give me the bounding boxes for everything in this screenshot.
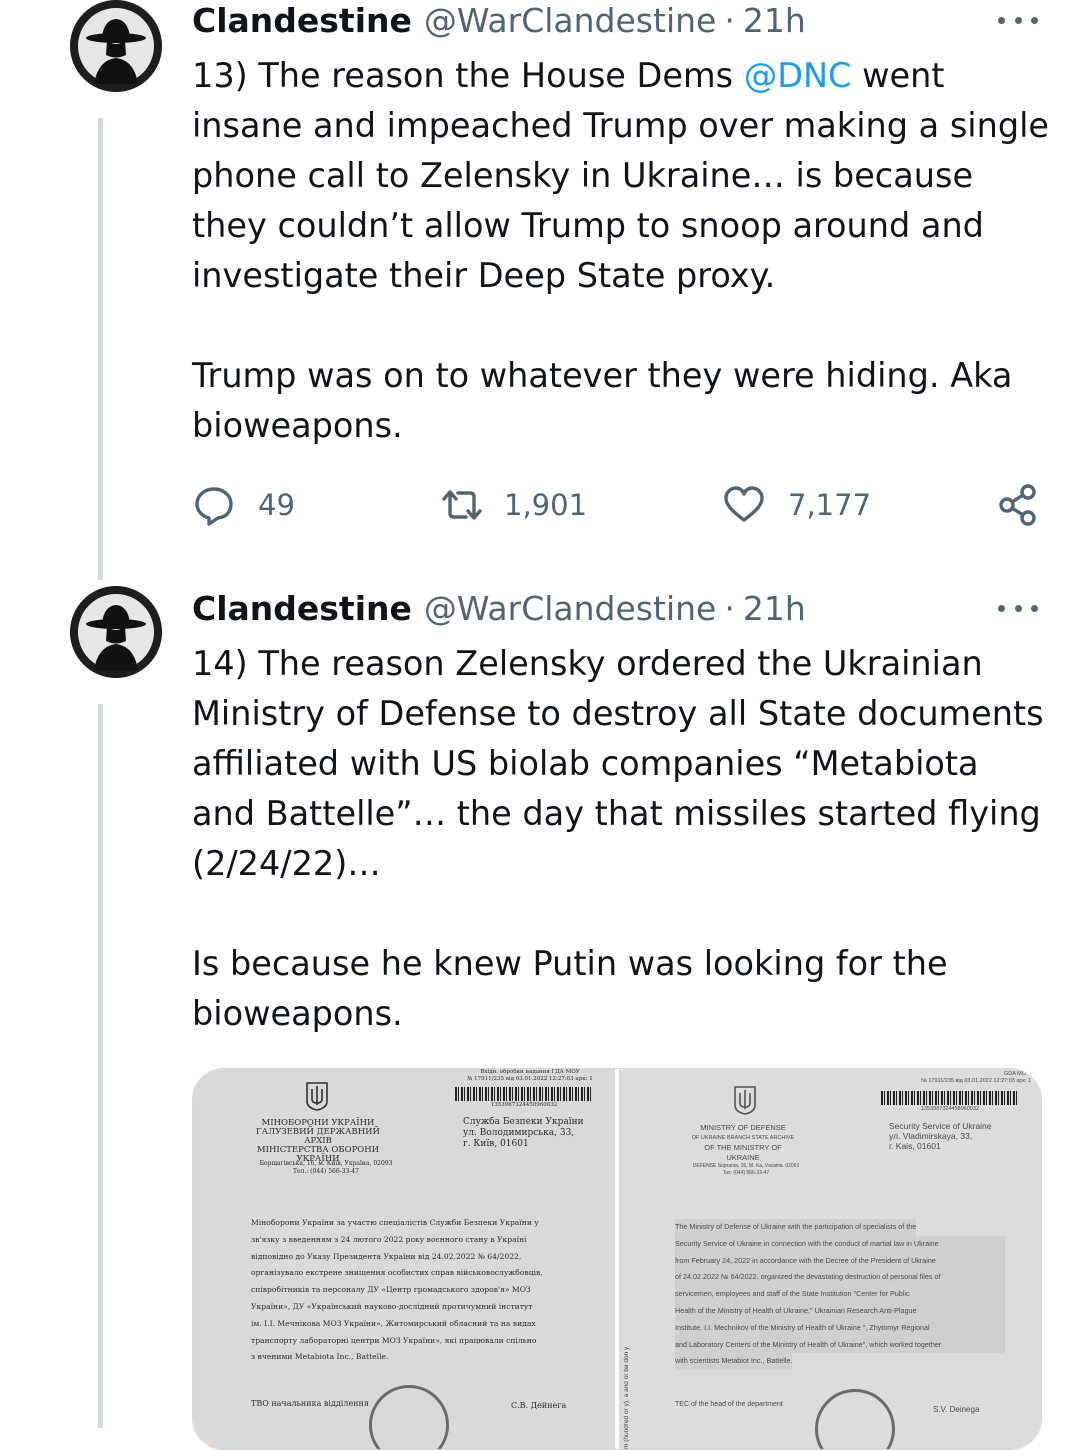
retweet-count: 1,901 bbox=[504, 488, 588, 522]
dot-icon bbox=[998, 16, 1005, 24]
doc-signatory-name: S.V. Deinega bbox=[933, 1405, 980, 1414]
tweet-text: 13) The reason the House Dems @DNC went … bbox=[192, 51, 1052, 451]
doc-body-line: from February 24, 2022 in accordance wit… bbox=[675, 1252, 1005, 1270]
doc-signatory-title: ТВО начальника відділення bbox=[251, 1399, 369, 1408]
doc-body-line: and Laboratory Centers of the Ministry o… bbox=[675, 1336, 1005, 1354]
doc-body-line: Security Service of Ukraine in connectio… bbox=[675, 1235, 1005, 1253]
document-image-original[interactable]: МІНОБОРОНИ УКРАЇНИ ГАЛУЗЕВИЙ ДЕРЖАВНИЙ А… bbox=[193, 1069, 615, 1449]
tweet-media[interactable]: МІНОБОРОНИ УКРАЇНИ ГАЛУЗЕВИЙ ДЕРЖАВНИЙ А… bbox=[192, 1068, 1042, 1450]
heart-icon bbox=[724, 486, 764, 522]
retweet-button[interactable]: 1,901 bbox=[438, 483, 587, 527]
reply-count: 49 bbox=[258, 488, 295, 522]
doc-address: Борщагівська, 16, м. Київ, Україна, 0209… bbox=[259, 1160, 393, 1167]
dot-icon bbox=[1014, 16, 1022, 24]
doc-body-line: зв'язку з введенням з 24 лютого 2022 рок… bbox=[251, 1234, 527, 1244]
doc-address: DEFENSE Sоргаnia, 16, M. Ka, Vscaina. 02… bbox=[692, 1163, 800, 1169]
doc-body-line: of 24.02.2022 № 64/2022. organized the d… bbox=[675, 1269, 1005, 1287]
doc-recipient-line: Security Service of Ukraine bbox=[889, 1121, 992, 1131]
doc-body-line: транспорту лабораторні центри МОЗ Україн… bbox=[251, 1335, 537, 1345]
doc-body-line: servicemen, employees and staff of the S… bbox=[675, 1286, 1005, 1303]
trident-emblem-icon bbox=[734, 1086, 756, 1115]
dot-icon bbox=[1014, 604, 1022, 612]
more-options-button[interactable] bbox=[998, 10, 1038, 30]
doc-recipient-line: г. Київ, 01601 bbox=[463, 1139, 529, 1149]
doc-body-line: України», ДУ «Український науково-дослід… bbox=[251, 1301, 533, 1311]
doc-stamp-number: № 17911/235 від 03.01.2022 12:27:03 арк:… bbox=[467, 1076, 593, 1082]
share-icon bbox=[999, 484, 1036, 526]
doc-body-line: відповідно до Указу Президента України в… bbox=[251, 1251, 522, 1261]
timestamp[interactable]: 21h bbox=[743, 1, 806, 40]
doc-stamp-number: № 17911/235 від 03.01.2022 12:27:03 арк:… bbox=[920, 1078, 1031, 1084]
doc-header-line: UKRAINE bbox=[726, 1153, 760, 1162]
tweet-paragraph: 14) The reason Zelensky ordered the Ukra… bbox=[192, 644, 1044, 883]
author-handle[interactable]: @WarClandestine bbox=[424, 1, 716, 40]
like-button[interactable]: 7,177 bbox=[722, 483, 871, 527]
doc-body-line: with scientists Metabiot Inc., Battelle. bbox=[675, 1353, 793, 1371]
doc-body-line: Міноборони України за участю спеціалісті… bbox=[251, 1218, 539, 1227]
doc-body-line: The Ministry of Defense of Ukraine with … bbox=[675, 1219, 917, 1236]
thread-line bbox=[98, 118, 103, 580]
tweet-13[interactable]: Clandestine @WarClandestine · 21h 13) Th… bbox=[0, 0, 1080, 580]
doc-phone: Tax: (044) 566-33-47 bbox=[722, 1170, 770, 1176]
barcode bbox=[881, 1091, 1019, 1105]
doc-recipient-line: Служба Безпеки України bbox=[463, 1117, 584, 1127]
document-image-translation[interactable]: MINISTRY OF DEFENSE OF UKRAINE BRANCH ST… bbox=[619, 1069, 1041, 1449]
trident-emblem-icon bbox=[306, 1082, 328, 1111]
retweet-icon bbox=[442, 490, 482, 520]
doc-stamp-top: GDA MO У bbox=[1003, 1071, 1031, 1077]
author-avatar[interactable] bbox=[70, 586, 162, 678]
tweet-paragraph: Trump was on to whatever they were hidin… bbox=[192, 356, 1013, 445]
doc-side-note: m (hundred or y), a and or ba don y bbox=[623, 1346, 630, 1449]
dot-icon bbox=[998, 604, 1005, 612]
doc-body-line: організувало екстрене знищення особистих… bbox=[251, 1268, 543, 1278]
mention-link[interactable]: @DNC bbox=[744, 56, 852, 95]
doc-body-line: ім. І.І. Мечнікова МОЗ України», Житомир… bbox=[251, 1318, 536, 1328]
doc-signatory-name: С.В. Дейнега bbox=[511, 1401, 567, 1410]
like-count: 7,177 bbox=[788, 488, 872, 522]
author-handle[interactable]: @WarClandestine bbox=[424, 589, 716, 628]
official-stamp bbox=[369, 1385, 449, 1449]
doc-body-line: Institute. I.I. Mechnikov of the Ministr… bbox=[675, 1319, 1005, 1337]
tweet-paragraph: Is because he knew Putin was looking for… bbox=[192, 944, 948, 1033]
tweet-header: Clandestine @WarClandestine · 21h bbox=[192, 588, 806, 628]
doc-recipient-line: ул. Vladimirskaya, 33, bbox=[889, 1131, 973, 1141]
tweet-paragraph: 13) The reason the House Dems @DNC went … bbox=[192, 51, 1052, 301]
timestamp[interactable]: 21h bbox=[743, 589, 806, 628]
reply-icon bbox=[195, 487, 233, 526]
more-options-button[interactable] bbox=[998, 598, 1038, 618]
tweet-text: 14) The reason Zelensky ordered the Ukra… bbox=[192, 639, 1052, 1039]
doc-signatory-title: TEC of the head of the department bbox=[675, 1401, 783, 1408]
barcode-number: 1353987324458960032 bbox=[920, 1106, 980, 1112]
spy-silhouette-icon bbox=[70, 586, 162, 678]
doc-phone: Тел.: (044) 566-33-47 bbox=[292, 1168, 360, 1175]
official-stamp bbox=[815, 1389, 895, 1449]
tweet-header: Clandestine @WarClandestine · 21h bbox=[192, 0, 806, 40]
doc-stamp-top: Вхідн. обробки надання ГДА МОУ bbox=[480, 1069, 580, 1075]
dot-icon bbox=[1031, 604, 1038, 612]
barcode bbox=[455, 1087, 593, 1101]
separator-dot: · bbox=[724, 0, 735, 40]
doc-header-line: OF UKRAINE BRANCH STATE ARCHIVE bbox=[691, 1135, 795, 1141]
reply-button[interactable]: 49 bbox=[192, 483, 295, 527]
doc-header-line: MINISTRY OF DEFENSE bbox=[700, 1123, 786, 1132]
spy-silhouette-icon bbox=[70, 0, 162, 92]
dot-icon bbox=[1031, 16, 1038, 24]
share-button[interactable] bbox=[998, 483, 1038, 527]
doc-recipient-line: ул. Володимирська, 33, bbox=[463, 1128, 575, 1138]
author-name[interactable]: Clandestine bbox=[192, 589, 412, 628]
doc-body-line: Health of the Ministry of Health of Ukra… bbox=[675, 1302, 1005, 1320]
tweet-actions: 49 1,901 7,177 bbox=[192, 483, 1042, 527]
author-name[interactable]: Clandestine bbox=[192, 1, 412, 40]
author-avatar[interactable] bbox=[70, 0, 162, 92]
doc-header-line: ГАЛУЗЕВИЙ ДЕРЖАВНИЙ АРХІВ bbox=[256, 1127, 380, 1146]
text-run: 13) The reason the House Dems bbox=[192, 56, 744, 95]
doc-header-line: OF THE MINISTRY OF bbox=[704, 1143, 782, 1152]
separator-dot: · bbox=[724, 588, 735, 628]
barcode-number: 1353987324458960032 bbox=[490, 1102, 558, 1108]
thread-line bbox=[98, 704, 103, 1428]
doc-recipient-line: г. Kais, 01601 bbox=[889, 1141, 941, 1151]
doc-body-line: з вченими Metabiota Inc., Battelle. bbox=[251, 1352, 389, 1362]
doc-body-line: співробітників та персоналу ДУ «Центр гр… bbox=[251, 1285, 531, 1295]
